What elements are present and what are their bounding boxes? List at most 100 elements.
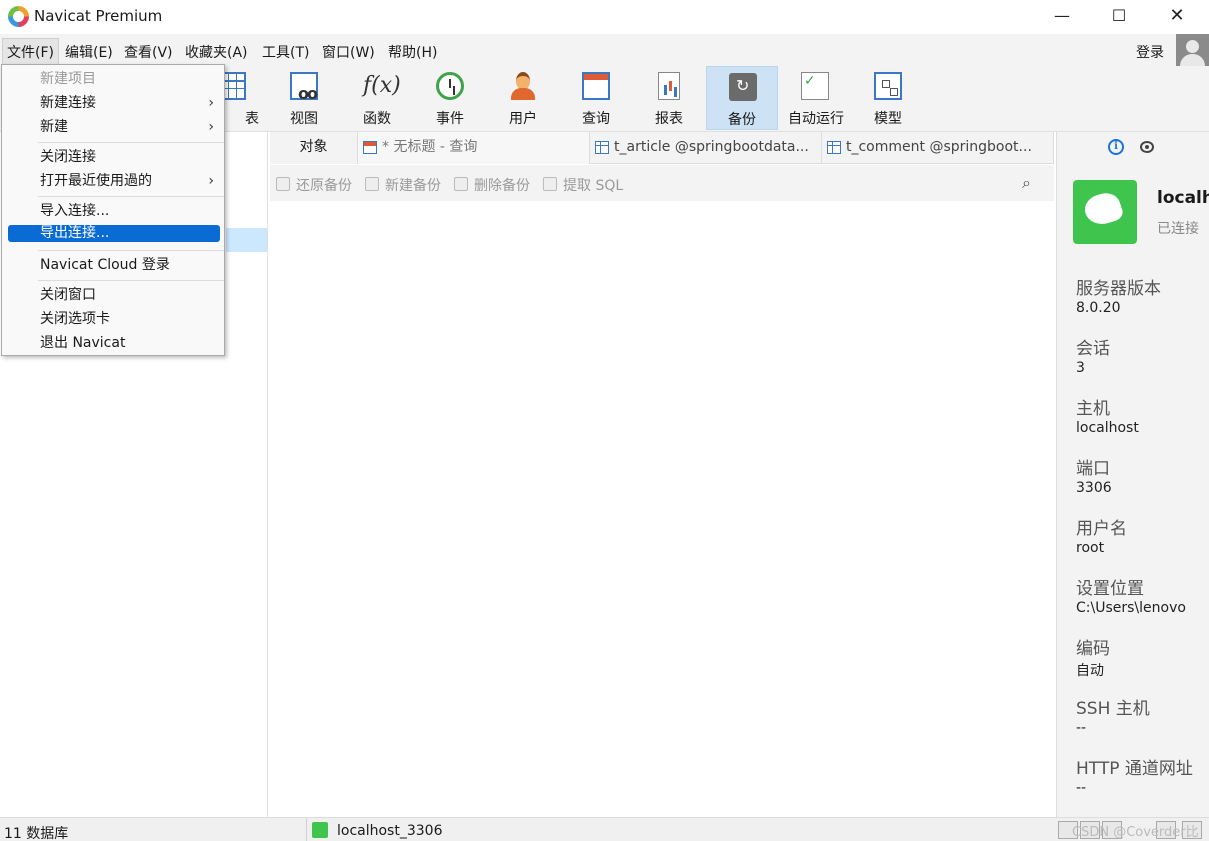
info-value-encoding: 自动: [1076, 663, 1104, 679]
toolbar-query-label: 查询: [582, 111, 610, 127]
table-tab-icon: [595, 141, 609, 154]
menu-favorites[interactable]: 收藏夹(A): [185, 42, 248, 62]
backup-list-area[interactable]: [270, 201, 1054, 817]
info-value-settings-location: C:\Users\lenovo: [1076, 600, 1186, 616]
delete-backup-icon: [454, 177, 468, 191]
menu-item-export-connections[interactable]: 导出连接...: [8, 225, 220, 242]
info-value-ssh-host: --: [1076, 720, 1087, 736]
event-clock-icon: [436, 72, 464, 100]
toolbar-query-button[interactable]: 查询: [560, 66, 632, 130]
tab-t-article[interactable]: t_article @springbootdata...: [590, 132, 822, 164]
toolbar-model-button[interactable]: 模型: [852, 66, 924, 130]
menu-view[interactable]: 查看(V): [124, 42, 173, 62]
tab-t-comment[interactable]: t_comment @springboot...: [822, 132, 1054, 164]
user-avatar-icon[interactable]: [1176, 34, 1209, 66]
info-label-port: 端口: [1076, 459, 1110, 479]
info-label-username: 用户名: [1076, 519, 1127, 539]
menu-item-new-connection-label: 新建连接: [40, 95, 96, 111]
connection-name: localhost_3306: [1157, 188, 1209, 208]
connection-status: 已连接: [1157, 221, 1199, 237]
menu-item-close-tab[interactable]: 关闭选项卡: [2, 307, 224, 331]
selected-tree-row[interactable]: [226, 228, 267, 252]
menu-separator: [38, 250, 224, 251]
file-menu-dropdown: 新建项目 新建连接 › 新建 › 关闭连接 打开最近使用過的 › 导入连接...…: [1, 64, 225, 356]
toolbar-event-label: 事件: [436, 111, 464, 127]
login-link[interactable]: 登录: [1136, 42, 1164, 62]
menu-item-open-recent[interactable]: 打开最近使用過的 ›: [2, 169, 224, 193]
menu-item-new[interactable]: 新建 ›: [2, 115, 224, 139]
menu-item-open-recent-label: 打开最近使用過的: [40, 173, 152, 189]
backup-icon: [729, 73, 757, 101]
toolbar-model-label: 模型: [874, 111, 902, 127]
view-icon: [290, 72, 318, 103]
menu-item-navicat-cloud-login[interactable]: Navicat Cloud 登录: [2, 253, 224, 277]
extract-sql-button[interactable]: 提取 SQL: [543, 175, 623, 195]
menu-item-import-connections[interactable]: 导入连接...: [2, 199, 224, 223]
tab-objects[interactable]: 对象: [270, 132, 358, 164]
new-backup-label: 新建备份: [385, 178, 441, 194]
info-value-username: root: [1076, 540, 1105, 556]
mysql-dolphin-icon: [1073, 180, 1137, 244]
menu-help[interactable]: 帮助(H): [388, 42, 437, 62]
preview-eye-icon[interactable]: [1140, 141, 1154, 153]
minimize-button[interactable]: —: [1033, 0, 1091, 32]
toolbar-function-button[interactable]: f(x) 函数: [341, 66, 413, 130]
tab-strip: 对象 * 无标题 - 查询 t_article @springbootdata.…: [270, 132, 1054, 164]
restore-icon: [276, 177, 290, 191]
toolbar-user-label: 用户: [509, 111, 537, 127]
toolbar-automation-button[interactable]: 自动运行: [779, 66, 853, 130]
menu-item-exit-navicat[interactable]: 退出 Navicat: [2, 331, 224, 355]
user-icon: [509, 72, 537, 100]
new-backup-button[interactable]: 新建备份: [365, 175, 441, 195]
navicat-logo-icon: [8, 6, 29, 27]
info-label-encoding: 编码: [1076, 639, 1110, 659]
chevron-right-icon: ›: [208, 173, 214, 189]
toolbar-view-button[interactable]: 视图: [268, 66, 340, 130]
info-value-server-version: 8.0.20: [1076, 300, 1121, 316]
info-label-server-version: 服务器版本: [1076, 279, 1161, 299]
menu-bar: 文件(F) 编辑(E) 查看(V) 收藏夹(A) 工具(T) 窗口(W) 帮助(…: [0, 34, 1209, 66]
delete-backup-label: 删除备份: [474, 178, 530, 194]
query-tab-icon: [363, 141, 377, 154]
menu-item-new-connection[interactable]: 新建连接 ›: [2, 91, 224, 115]
chevron-right-icon: ›: [208, 119, 214, 135]
toolbar-report-label: 报表: [655, 111, 683, 127]
status-connection-name: localhost_3306: [337, 823, 443, 839]
menu-edit[interactable]: 编辑(E): [65, 42, 113, 62]
query-icon: [582, 72, 610, 100]
maximize-button[interactable]: ☐: [1090, 0, 1148, 32]
menu-separator: [38, 280, 224, 281]
toolbar-function-label: 函数: [363, 111, 391, 127]
new-backup-icon: [365, 177, 379, 191]
info-icon[interactable]: i: [1108, 139, 1124, 155]
watermark-text: CSDN @Coverder比: [1072, 825, 1199, 840]
toolbar-event-button[interactable]: 事件: [414, 66, 486, 130]
delete-backup-button[interactable]: 删除备份: [454, 175, 530, 195]
automation-icon: [801, 72, 829, 100]
tab-comment-label: t_comment @springboot...: [846, 139, 1032, 155]
menu-item-close-window[interactable]: 关闭窗口: [2, 283, 224, 307]
menu-file[interactable]: 文件(F): [2, 38, 59, 66]
toolbar-user-button[interactable]: 用户: [487, 66, 559, 130]
table-tab-icon: [827, 141, 841, 154]
restore-backup-button[interactable]: 还原备份: [276, 175, 352, 195]
menu-window[interactable]: 窗口(W): [322, 42, 375, 62]
menu-item-close-connection[interactable]: 关闭连接: [2, 145, 224, 169]
toolbar-report-button[interactable]: 报表: [633, 66, 705, 130]
menu-tools[interactable]: 工具(T): [262, 42, 309, 62]
function-icon: f(x): [363, 73, 401, 98]
close-button[interactable]: ✕: [1148, 0, 1206, 32]
model-icon: [874, 72, 902, 100]
chevron-right-icon: ›: [208, 95, 214, 111]
report-icon: [658, 72, 680, 100]
toolbar-backup-label: 备份: [728, 112, 756, 128]
status-divider: [306, 818, 307, 841]
connection-status-icon: [312, 822, 328, 838]
extract-sql-label: 提取 SQL: [563, 178, 624, 194]
search-icon[interactable]: ⌕: [1022, 173, 1031, 193]
toolbar-automation-label: 自动运行: [788, 111, 844, 127]
toolbar-backup-button[interactable]: 备份: [706, 66, 778, 130]
tab-untitled-query[interactable]: * 无标题 - 查询: [358, 132, 590, 164]
tab-article-label: t_article @springbootdata...: [614, 139, 809, 155]
menu-item-new-project[interactable]: 新建项目: [2, 67, 224, 91]
